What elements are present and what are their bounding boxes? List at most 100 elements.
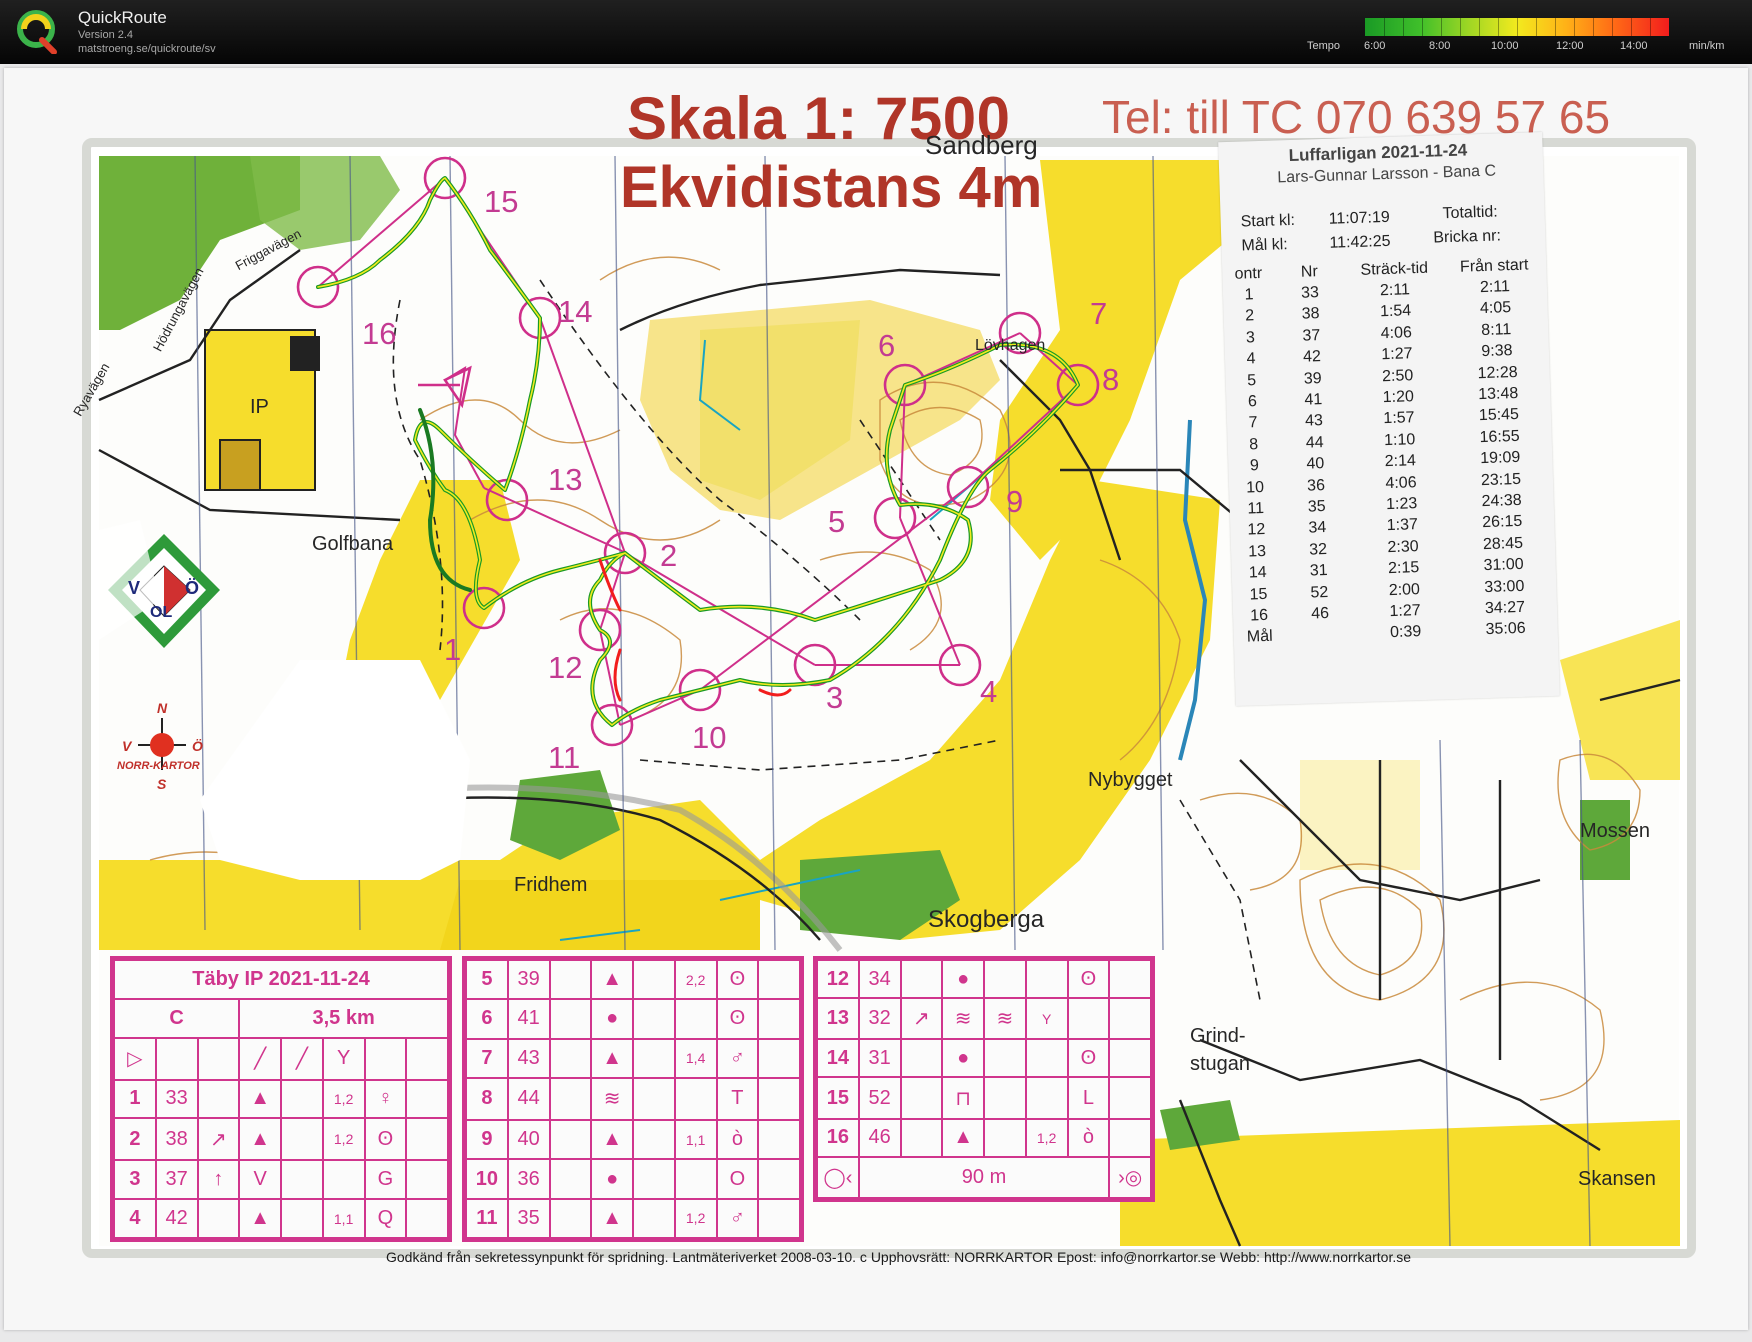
place-label-sandberg: Sandberg — [925, 130, 1038, 160]
control-description-row: 8 44 ≋ T — [465, 1076, 801, 1122]
control-description-cell — [632, 1037, 676, 1079]
control-description-cell — [280, 1198, 324, 1239]
control-description-row: 16 46 ▲ 1,2 ò — [816, 1117, 1152, 1158]
empty-cell — [1108, 1076, 1152, 1120]
control-description-cell — [196, 1198, 241, 1239]
finish-funnel-start-icon: ◯‹ — [816, 1155, 860, 1200]
control-description-cell: ● — [590, 998, 634, 1040]
control-description-cell — [673, 1076, 718, 1122]
place-label-mossen: Mossen — [1580, 820, 1651, 842]
split-cell: 35 — [1307, 498, 1326, 516]
control-description-cell: 6 — [465, 998, 509, 1040]
control-description-row: 14 31 ● ʘ — [816, 1038, 1152, 1079]
control-description-row: 12 34 ● ʘ — [816, 958, 1152, 1000]
place-label-ip: IP — [250, 396, 269, 418]
control-description-cell: ʘ — [363, 1117, 408, 1162]
control-description-cell — [673, 1158, 718, 1200]
control-description-sheet-1: Täby IP 2021-11-24 C 3,5 km ▷ ╱ ╱ Y 1 33 ▲… — [110, 956, 452, 1242]
control-description-sheet-3: 12 34 ● ʘ 13 32 ↗ ≋ ≋ Y 14 31 ● ʘ 15 52 ⊓ L 16 46 ▲ 1,2 ò ◯‹ 90 … — [813, 956, 1155, 1202]
control-description-cell: 34 — [857, 958, 902, 1000]
result-slip-title: Luffarligan 2021-11-24 — [1288, 140, 1468, 166]
split-cell: 11 — [1247, 499, 1265, 518]
control-description-cell — [280, 1078, 324, 1120]
control-description-cell: 37 — [154, 1159, 199, 1201]
event-title: Täby IP 2021-11-24 — [113, 959, 449, 1000]
empty-cell — [405, 1078, 449, 1120]
control-description-cell: ʘ — [1066, 958, 1111, 1000]
control-description-cell — [548, 1076, 593, 1122]
control-description-cell: ● — [941, 1038, 985, 1079]
control-description-cell — [1066, 997, 1111, 1041]
control-description-row: 5 39 ▲ 2,2 ʘ — [465, 958, 801, 1001]
control-description-cell — [1024, 1076, 1069, 1120]
control-description-cell — [280, 1159, 324, 1201]
place-label-skansen: Skansen — [1578, 1168, 1656, 1190]
control-description-row: 13 32 ↗ ≋ ≋ Y — [816, 997, 1152, 1041]
split-cell: 43 — [1304, 412, 1324, 431]
split-cell: 15 — [1249, 585, 1268, 604]
path-symbol-icon: ╱ — [280, 1036, 324, 1081]
control-description-cell: 52 — [857, 1076, 902, 1120]
control-description-row: 9 40 ▲ 1,1 ò — [465, 1119, 801, 1161]
control-description-cell — [983, 1038, 1027, 1079]
empty-cell — [405, 1198, 449, 1239]
control-description-cell: V — [238, 1159, 282, 1201]
compass-letter: S — [157, 776, 167, 792]
control-description-cell — [632, 1158, 676, 1200]
control-description-cell: ʘ — [1066, 1038, 1111, 1079]
path-symbol-icon: ╱ — [238, 1036, 282, 1081]
map-contour-title: Ekvidistans 4m — [620, 155, 1043, 220]
control-description-cell: 1,4 — [673, 1037, 718, 1079]
split-cell: 14 — [1248, 564, 1267, 582]
control-description-cell — [1024, 1038, 1069, 1079]
control-description-cell: T — [715, 1076, 760, 1122]
control-description-cell: 43 — [506, 1037, 551, 1079]
split-cell: 0:39 — [1389, 623, 1422, 642]
control-description-cell: 42 — [154, 1198, 199, 1239]
split-cell: 40 — [1306, 455, 1325, 473]
empty-cell — [757, 1037, 801, 1079]
split-cell: 34 — [1308, 519, 1327, 537]
control-description-cell — [548, 958, 593, 1001]
split-cell: 39 — [1303, 369, 1322, 388]
control-description-cell: 40 — [506, 1119, 551, 1161]
control-description-cell — [632, 1119, 676, 1161]
split-cell: 31 — [1309, 562, 1328, 580]
empty-cell — [757, 998, 801, 1040]
split-cell: 41 — [1304, 391, 1323, 409]
control-description-cell — [899, 1038, 944, 1079]
place-label-nybygget: Nybygget — [1088, 769, 1173, 791]
control-description-cell — [899, 1076, 944, 1120]
control-number: 16 — [362, 316, 397, 351]
finish-circle-icon: ›◎ — [1108, 1155, 1152, 1200]
control-description-row: 1 33 ▲ 1,2 ♀ — [113, 1078, 449, 1120]
control-description-cell: ♂ — [715, 1197, 760, 1240]
split-cell: 3 — [1245, 329, 1256, 347]
empty-cell — [405, 1117, 449, 1162]
result-slip: Luffarligan 2021-11-24 Lars-Gunnar Larss… — [1218, 132, 1560, 706]
control-description-cell: 8 — [465, 1076, 509, 1122]
empty-cell — [757, 1076, 801, 1122]
control-description-cell: 44 — [506, 1076, 551, 1122]
split-cell: 6 — [1247, 393, 1258, 411]
control-description-cell — [632, 998, 676, 1040]
control-description-cell: 3 — [113, 1159, 157, 1201]
split-cell: 42 — [1302, 348, 1322, 366]
control-description-cell: ● — [941, 958, 985, 1000]
control-description-cell: 39 — [506, 958, 551, 1001]
control-description-cell: 1,2 — [321, 1117, 366, 1162]
place-label-skogberga: Skogberga — [928, 906, 1045, 933]
control-number: 8 — [1102, 362, 1120, 397]
finish-row: ◯‹ 90 m ›◎ — [816, 1155, 1152, 1200]
control-description-cell: ▲ — [238, 1078, 282, 1120]
split-cell: Mål — [1246, 628, 1273, 646]
control-description-cell: 9 — [465, 1119, 509, 1161]
control-description-cell: 41 — [506, 998, 551, 1040]
empty-cell — [1108, 1117, 1152, 1158]
control-description-row: 10 36 ● O — [465, 1158, 801, 1200]
control-number: 9 — [1006, 484, 1024, 519]
control-number: 6 — [878, 328, 896, 363]
split-cell: 32 — [1308, 540, 1328, 559]
control-number: 12 — [548, 650, 583, 685]
control-description-cell — [1024, 958, 1069, 1000]
